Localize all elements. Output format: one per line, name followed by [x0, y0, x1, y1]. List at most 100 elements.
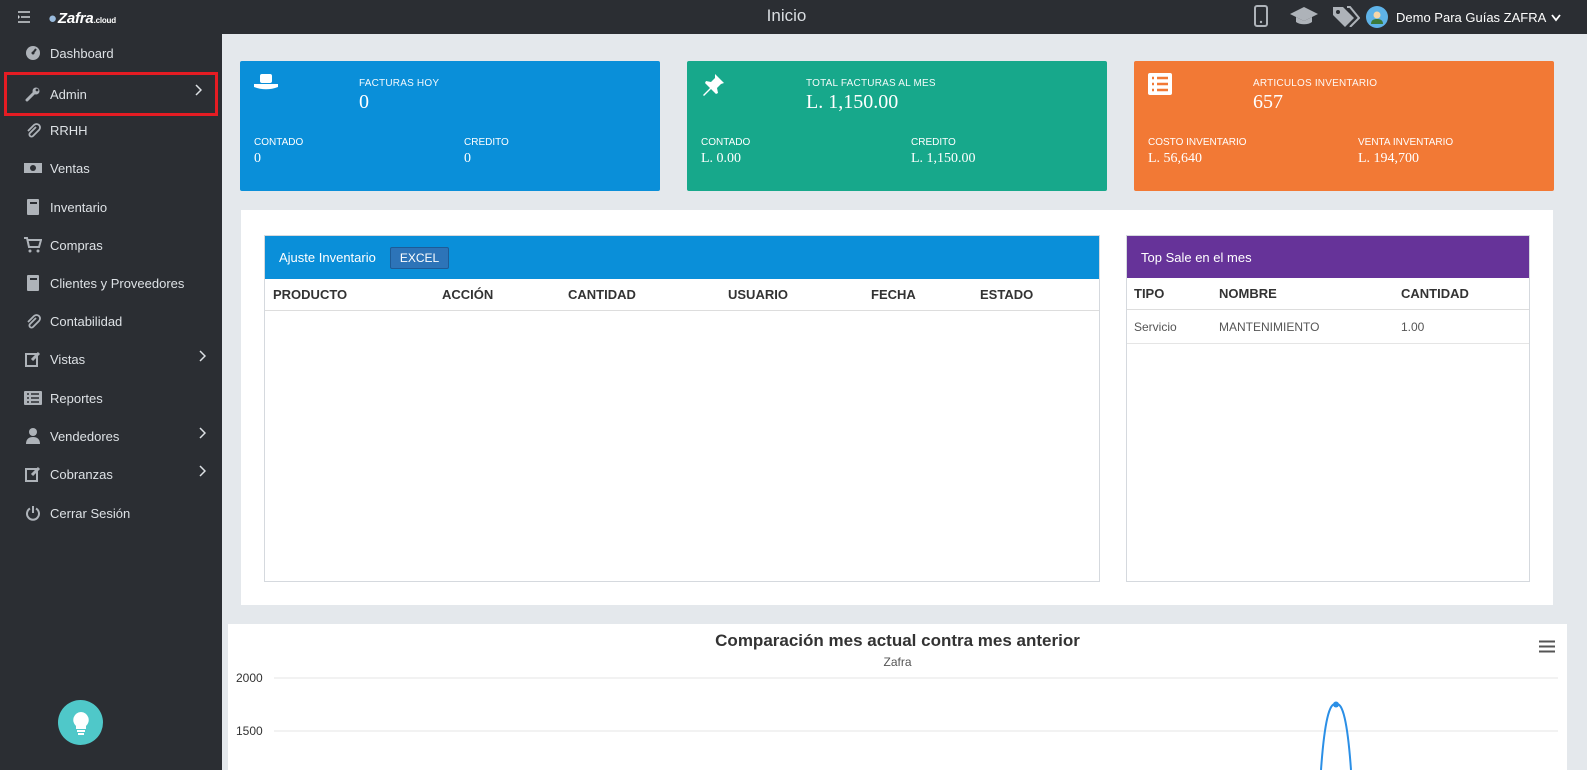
ajuste-inventario-title: Ajuste Inventario [279, 250, 376, 265]
user-name: Demo Para Guías ZAFRA [1396, 9, 1547, 25]
sub-label: VENTA INVENTARIO [1358, 137, 1454, 148]
chevron-right-icon [194, 84, 203, 99]
column-header[interactable]: USUARIO [728, 287, 871, 302]
column-header[interactable]: ESTADO [980, 287, 1080, 302]
stat-card-total-facturas-mes: TOTAL FACTURAS AL MES L. 1,150.00 CONTAD… [687, 61, 1107, 191]
sidebar-item-admin[interactable]: Admin [4, 72, 218, 116]
main-value: 0 [359, 91, 369, 113]
sidebar-item-label: Contabilidad [50, 313, 123, 329]
top-sale-box: Top Sale en el mes TIPO NOMBRE CANTIDAD … [1126, 235, 1530, 582]
sidebar-item-inventario[interactable]: Inventario [0, 188, 222, 226]
sidebar-item-cobranzas[interactable]: Cobranzas [0, 455, 222, 493]
series-line [1320, 703, 1352, 770]
sidebar-item-compras[interactable]: Compras [0, 226, 222, 264]
tags-icon[interactable] [1332, 5, 1361, 32]
avatar [1366, 6, 1388, 28]
sub-label: COSTO INVENTARIO [1148, 137, 1247, 148]
logo[interactable]: ●Zafra.cloud [48, 10, 116, 27]
chevron-right-icon [198, 465, 207, 480]
column-header[interactable]: PRODUCTO [265, 287, 442, 302]
sidebar-item-clientes-proveedores[interactable]: Clientes y Proveedores [0, 264, 222, 302]
lightbulb-icon [72, 711, 89, 735]
sub-value: 0 [254, 151, 261, 166]
list-icon [24, 389, 42, 407]
brand: ●Zafra.cloud [18, 8, 116, 28]
sidebar-item-label: Clientes y Proveedores [50, 275, 185, 291]
chevron-right-icon [198, 427, 207, 442]
topbar: Inicio Demo Para Guías ZAFRA [222, 0, 1587, 34]
hat-icon [254, 73, 278, 98]
column-header[interactable]: NOMBRE [1219, 286, 1401, 301]
mobile-icon[interactable] [1254, 5, 1268, 32]
stat-card-facturas-hoy: FACTURAS HOY 0 CONTADO 0 CREDITO 0 [240, 61, 660, 191]
user-menu[interactable]: Demo Para Guías ZAFRA [1366, 6, 1561, 28]
tables-panel: Ajuste Inventario EXCEL PRODUCTO ACCIÓN … [241, 210, 1553, 605]
sub-value: L. 56,640 [1148, 151, 1203, 166]
user-icon [24, 427, 42, 445]
ajuste-table-header: PRODUCTO ACCIÓN CANTIDAD USUARIO FECHA E… [265, 279, 1099, 311]
top-sale-header: Top Sale en el mes [1127, 236, 1529, 278]
column-header[interactable]: CANTIDAD [1401, 286, 1521, 301]
main-value: L. 1,150.00 [806, 91, 899, 113]
table-cell: 1.00 [1401, 319, 1425, 334]
column-header[interactable]: CANTIDAD [568, 287, 728, 302]
sidebar-item-label: Inventario [50, 199, 108, 215]
sidebar-item-label: Cerrar Sesión [50, 505, 131, 521]
edit-icon [24, 465, 42, 483]
sidebar: ●Zafra.cloud Dashboard Admin RRHH Ventas… [0, 0, 435, 770]
column-header[interactable]: TIPO [1127, 286, 1219, 301]
comparison-chart: Comparación mes actual contra mes anteri… [228, 624, 1567, 770]
chart-plot: 2000 1500 [236, 671, 1558, 770]
sidebar-item-vistas[interactable]: Vistas [0, 340, 222, 378]
table-cell: MANTENIMIENTO [1219, 319, 1320, 334]
y-tick-label: 1500 [236, 724, 263, 738]
sub-value: 0 [464, 151, 471, 166]
edit-icon [24, 350, 42, 368]
graduation-cap-icon[interactable] [1290, 6, 1318, 31]
main-value: 657 [1253, 91, 1283, 113]
money-icon [24, 159, 42, 177]
book-icon [24, 198, 42, 216]
main-label: TOTAL FACTURAS AL MES [806, 78, 936, 89]
sidebar-item-label: Compras [50, 237, 103, 253]
data-point[interactable] [1333, 701, 1339, 708]
sidebar-item-cerrar-sesion[interactable]: Cerrar Sesión [0, 494, 222, 532]
excel-button[interactable]: EXCEL [389, 246, 450, 269]
main-label: ARTICULOS INVENTARIO [1253, 78, 1378, 89]
sidebar-item-ventas[interactable]: Ventas [0, 149, 222, 187]
main-label: FACTURAS HOY [359, 78, 440, 89]
stat-card-articulos-inventario: ARTICULOS INVENTARIO 657 COSTO INVENTARI… [1134, 61, 1554, 191]
paperclip-icon [24, 312, 42, 330]
sub-label: CONTADO [254, 137, 304, 148]
sub-label: CREDITO [911, 137, 956, 148]
sidebar-item-vendedores[interactable]: Vendedores [0, 417, 222, 455]
column-header[interactable]: ACCIÓN [442, 287, 568, 302]
logo-mark-icon: ● [48, 9, 57, 27]
chevron-down-icon [1551, 10, 1561, 25]
cart-icon [24, 236, 42, 254]
column-header[interactable]: FECHA [871, 287, 980, 302]
sub-value: L. 1,150.00 [911, 151, 976, 166]
sidebar-item-reportes[interactable]: Reportes [0, 379, 222, 417]
topbar-icons [1254, 5, 1361, 32]
list-icon [1148, 73, 1172, 100]
ajuste-inventario-box: Ajuste Inventario EXCEL PRODUCTO ACCIÓN … [264, 235, 1100, 582]
pin-icon [701, 73, 725, 102]
page-title: Inicio [766, 6, 807, 25]
sub-value: L. 0.00 [701, 151, 742, 166]
top-sale-title: Top Sale en el mes [1141, 249, 1252, 265]
sidebar-item-label: RRHH [50, 122, 88, 138]
sidebar-item-contabilidad[interactable]: Contabilidad [0, 302, 222, 340]
top-sale-table-header: TIPO NOMBRE CANTIDAD [1127, 278, 1529, 310]
sidebar-item-label: Vendedores [50, 428, 120, 444]
sub-value: L. 194,700 [1358, 151, 1420, 166]
menu-toggle-icon[interactable] [18, 10, 30, 26]
help-lightbulb-button[interactable] [58, 700, 103, 745]
dashboard-icon [24, 44, 42, 62]
ajuste-inventario-header: Ajuste Inventario EXCEL [265, 236, 1099, 279]
table-cell: Servicio [1134, 319, 1177, 334]
sidebar-item-rrhh[interactable]: RRHH [0, 111, 222, 149]
y-tick-label: 2000 [236, 671, 263, 685]
sidebar-item-dashboard[interactable]: Dashboard [0, 34, 222, 72]
sidebar-item-label: Admin [50, 86, 87, 102]
